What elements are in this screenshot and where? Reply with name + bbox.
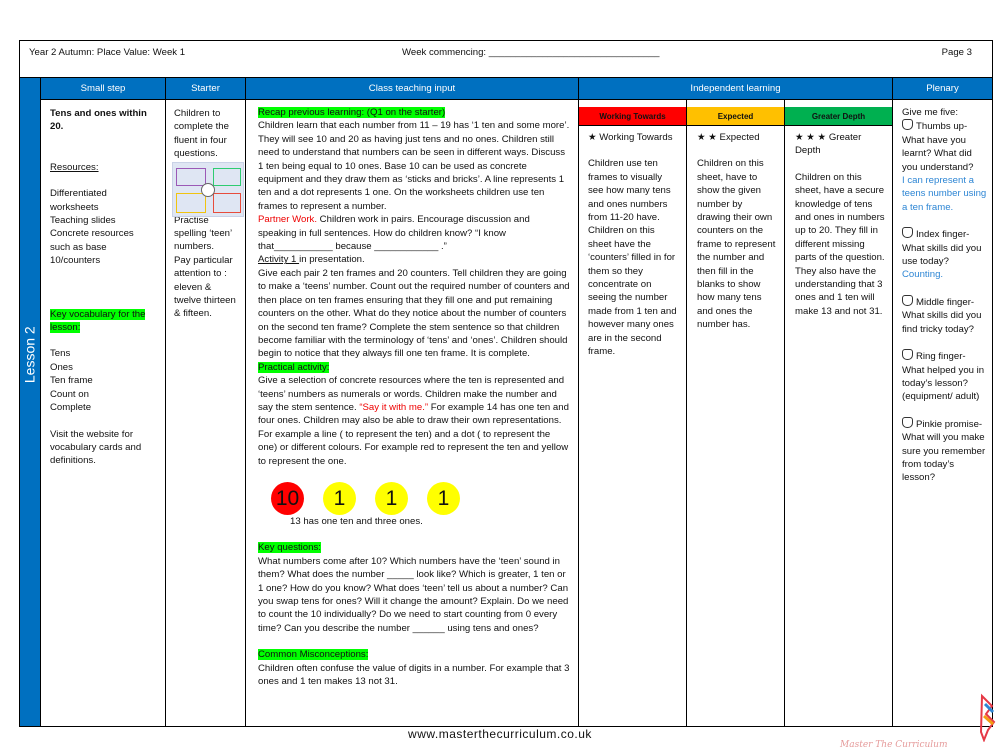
plenary-middle: Middle finger- What skills did you find … xyxy=(902,296,982,335)
recap-text: Children learn that each number from 11 … xyxy=(258,120,570,212)
working-towards-header: Working Towards xyxy=(579,107,686,126)
greater-depth-header: Greater Depth xyxy=(785,107,892,126)
misconceptions-text: Children often confuse the value of digi… xyxy=(258,662,570,688)
plenary-ring: Ring finger- What helped you in today’s … xyxy=(902,351,985,403)
level-description: Children use ten frames to visually see … xyxy=(588,158,677,358)
say-it-with-me: “Say it with me.” xyxy=(359,401,429,413)
plenary-header: Plenary xyxy=(893,78,992,100)
level-description: Children on this sheet, have a secure kn… xyxy=(795,171,885,317)
plenary-intro: Give me five: xyxy=(902,107,958,118)
recap-label: Recap previous learning: (Q1 on the star… xyxy=(258,107,446,118)
website-note: Visit the website for vocabulary cards a… xyxy=(50,428,142,467)
misconceptions-label: Common Misconceptions: xyxy=(258,649,369,661)
plenary-column: Plenary Give me five: Thumbs up- What ha… xyxy=(893,78,992,726)
star-icon: ★ ★ ★ xyxy=(795,132,827,143)
greater-depth-column: Greater Depth ★ ★ ★ Greater Depth Childr… xyxy=(785,100,893,726)
small-step-column: Small step Tens and ones within 20. Reso… xyxy=(41,78,166,726)
small-step-header: Small step xyxy=(41,78,165,100)
counter-one: 1 xyxy=(427,481,460,515)
footer-url[interactable]: www.masterthecurriculum.co.uk xyxy=(0,727,1000,741)
starter-worksheet-thumbnail xyxy=(172,161,244,217)
plenary-thumb-answer: I can represent a teens number using a t… xyxy=(902,175,987,213)
partner-work-label: Partner Work. xyxy=(258,214,318,226)
vocab-label: Key vocabulary for the lesson: xyxy=(50,308,146,334)
counters-row: 10 1 1 1 xyxy=(271,481,570,515)
plenary-thumb: Thumbs up- What have you learnt? What di… xyxy=(902,121,974,173)
level-label: Working Towards xyxy=(599,132,673,143)
activity-suffix: in presentation. xyxy=(299,254,365,266)
header-row: Year 2 Autumn: Place Value: Week 1 Week … xyxy=(20,41,992,78)
plenary-pinkie: Pinkie promise- What will you make sure … xyxy=(902,418,986,484)
working-towards-column: Working Towards ★ Working Towards Childr… xyxy=(579,100,687,726)
starter-intro: Children to complete the fluent in four … xyxy=(174,108,229,160)
vocab-item: Complete xyxy=(50,402,92,414)
hand-icon xyxy=(902,119,913,131)
starter-column: Starter Children to complete the fluent … xyxy=(166,78,246,726)
hand-icon xyxy=(902,416,913,428)
star-icon: ★ ★ xyxy=(697,132,717,143)
small-step-title: Tens and ones within 20. xyxy=(50,108,147,133)
expected-column: Expected ★ ★ Expected Children on this s… xyxy=(687,100,785,726)
starter-header: Starter xyxy=(166,78,245,100)
sheet-title: Year 2 Autumn: Place Value: Week 1 xyxy=(29,47,186,58)
class-teaching-column: Class teaching input Recap previous lear… xyxy=(246,78,579,726)
lesson-label: Lesson 2 xyxy=(21,326,38,384)
counter-one: 1 xyxy=(375,481,408,515)
expected-header: Expected xyxy=(687,107,784,126)
counter-one: 1 xyxy=(323,481,356,515)
starter-practise: Practise spelling ‘teen’ numbers. xyxy=(174,214,232,253)
plenary-index-answer: Counting. xyxy=(902,269,944,281)
lesson-label-bar: Lesson 2 xyxy=(20,78,41,726)
counters-caption: 13 has one ten and three ones. xyxy=(290,515,423,527)
practical-label: Practical activity: xyxy=(258,361,330,373)
resource-item: Differentiated worksheets xyxy=(50,188,107,213)
vocab-item: Ones xyxy=(50,361,73,373)
resource-item: Concrete resources such as base 10/count… xyxy=(50,228,134,267)
hand-icon xyxy=(902,294,913,306)
level-description: Children on this sheet, have to show the… xyxy=(697,158,776,331)
resources-label: Resources: xyxy=(50,161,99,173)
key-questions-text: What numbers come after 10? Which number… xyxy=(258,555,569,634)
plenary-index: Index finger- What skills did you use to… xyxy=(902,229,982,268)
vocab-item: Ten frame xyxy=(50,375,93,387)
planning-sheet: Year 2 Autumn: Place Value: Week 1 Week … xyxy=(19,40,993,727)
independent-header: Independent learning xyxy=(579,78,893,100)
class-teaching-header: Class teaching input xyxy=(246,78,578,100)
vocab-item: Count on xyxy=(50,388,89,400)
week-commencing: Week commencing: _______________________… xyxy=(402,47,660,58)
starter-attention: Pay particular attention to : eleven & t… xyxy=(174,254,236,320)
activity-text: Give each pair 2 ten frames and 20 count… xyxy=(258,267,570,360)
resource-item: Teaching slides xyxy=(50,215,116,227)
page-number: Page 3 xyxy=(941,47,972,58)
hand-icon xyxy=(902,349,913,361)
level-label: Expected xyxy=(719,132,760,143)
hand-icon xyxy=(902,227,913,239)
counter-ten: 10 xyxy=(271,481,304,515)
activity-label: Activity 1 xyxy=(258,254,300,266)
vocab-item: Tens xyxy=(50,348,71,360)
key-questions-label: Key questions: xyxy=(258,542,321,554)
star-icon: ★ xyxy=(588,132,597,143)
